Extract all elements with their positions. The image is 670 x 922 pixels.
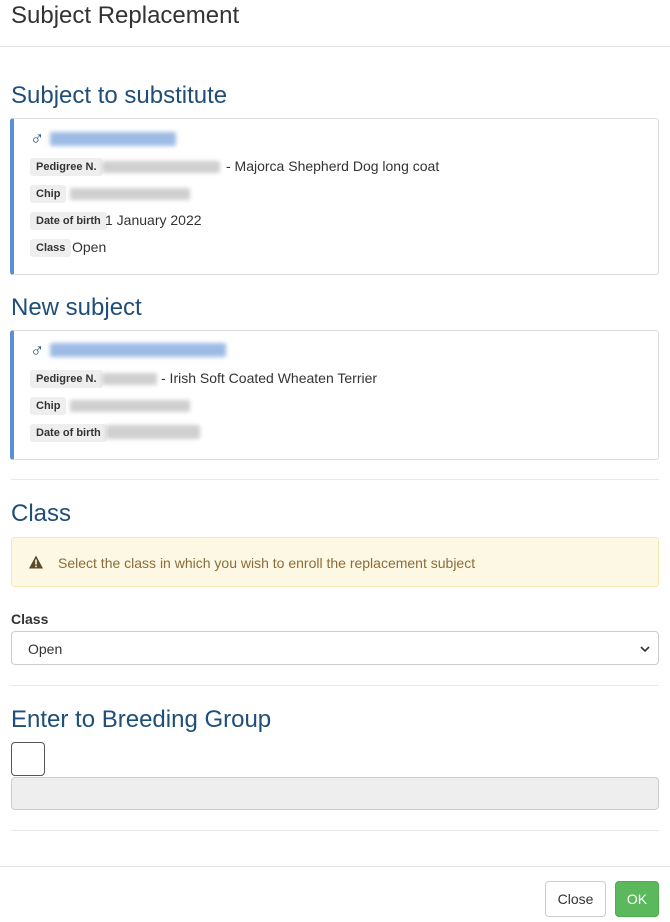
chevron-down-icon	[640, 646, 650, 653]
dob-tag: Date of birth	[30, 212, 107, 230]
subject-name-redacted	[50, 132, 176, 146]
breeding-group-checkbox[interactable]	[11, 742, 45, 776]
pedigree-tag: Pedigree N.	[30, 370, 103, 388]
male-icon: ♂	[30, 129, 45, 150]
header-divider	[0, 46, 670, 47]
dob-value: 1 January 2022	[105, 212, 202, 228]
alert-message: Select the class in which you wish to en…	[58, 555, 476, 571]
breed-text: - Irish Soft Coated Wheaten Terrier	[161, 370, 378, 386]
section-divider	[11, 830, 659, 831]
new-subject-card: ♂ Pedigree N. - Irish Soft Coated Wheate…	[10, 330, 659, 460]
class-select[interactable]: Open	[11, 631, 659, 665]
dob-tag: Date of birth	[30, 424, 107, 442]
section-divider	[11, 685, 659, 686]
chip-number-redacted	[70, 400, 190, 412]
warning-icon	[29, 555, 43, 569]
class-select-value: Open	[28, 641, 63, 657]
class-value: Open	[72, 239, 107, 255]
close-button[interactable]: Close	[545, 881, 606, 917]
modal-title: Subject Replacement	[11, 2, 240, 29]
new-subject-heading: New subject	[11, 294, 142, 321]
pedigree-tag: Pedigree N.	[30, 158, 103, 176]
breed-text: - Majorca Shepherd Dog long coat	[226, 158, 440, 174]
breeding-group-input[interactable]	[11, 777, 659, 810]
section-divider	[11, 479, 659, 480]
substitute-subject-card: ♂ Pedigree N. - Majorca Shepherd Dog lon…	[10, 118, 659, 275]
chip-number-redacted	[70, 188, 190, 200]
class-tag: Class	[30, 239, 72, 257]
class-field-label: Class	[11, 611, 49, 627]
breeding-group-heading: Enter to Breeding Group	[11, 706, 272, 733]
pedigree-number-redacted	[102, 373, 157, 385]
chip-tag: Chip	[30, 185, 67, 203]
new-subject-name-redacted	[50, 343, 226, 357]
footer-divider	[0, 866, 670, 867]
male-icon: ♂	[30, 341, 45, 362]
class-heading: Class	[11, 500, 72, 527]
subject-to-substitute-heading: Subject to substitute	[11, 82, 228, 109]
ok-button[interactable]: OK	[615, 881, 659, 917]
dob-redacted	[106, 425, 200, 439]
class-warning-alert: Select the class in which you wish to en…	[11, 537, 659, 587]
chip-tag: Chip	[30, 397, 67, 415]
pedigree-number-redacted	[102, 161, 220, 173]
